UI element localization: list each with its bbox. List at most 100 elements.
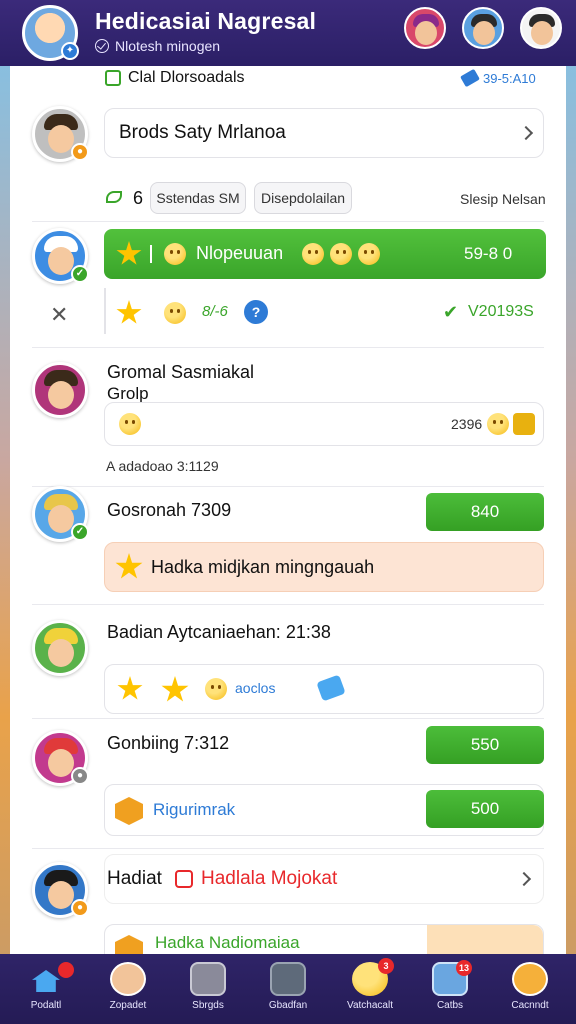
notification-text: Hadka midjkan mingngauah: [151, 557, 375, 577]
record-icon: [175, 870, 193, 888]
emoji-icon: [358, 243, 380, 265]
tab-label: Podaltl: [30, 1000, 62, 1011]
sub-button[interactable]: 500: [426, 790, 544, 828]
top-strip-right-label: 39-5:A10: [483, 71, 536, 86]
tab-label: Sbrgds: [192, 1000, 224, 1011]
friend-avatar-2[interactable]: [462, 7, 504, 49]
stack-icon: [106, 191, 122, 203]
name-black: Hadiat: [107, 868, 162, 889]
cards-icon: 13: [432, 960, 472, 996]
row-title: Badian Aytcaniaehan: 21:38: [107, 622, 331, 642]
tab-label: Zopadet: [109, 1000, 147, 1011]
divider: [32, 221, 544, 222]
status-badge: ●: [71, 899, 89, 917]
friend-avatar-3[interactable]: [520, 7, 562, 49]
group-progress-box[interactable]: 2396: [104, 402, 544, 446]
top-strip-icon: [105, 70, 121, 86]
emoji-icon: [164, 243, 186, 265]
tab-label: Gbadfan: [268, 1000, 308, 1011]
chip-2[interactable]: Disepdolailan: [254, 182, 352, 214]
top-strip-left-label: Clal Dlorsoadals: [128, 69, 245, 86]
box-right-value: 2396: [451, 416, 483, 432]
tab-label: Cacnndt: [511, 1000, 549, 1011]
chip-1[interactable]: Sstendas SM: [150, 182, 246, 214]
status-badge: ●: [71, 767, 89, 785]
home-icon: [28, 962, 74, 996]
avatar[interactable]: ✓: [32, 486, 89, 542]
notification-badge: 3: [378, 958, 394, 974]
score-button[interactable]: 550: [426, 726, 544, 764]
tab-chat[interactable]: 3 Vatchacalt: [334, 958, 406, 1020]
profile-avatar[interactable]: ✦: [22, 5, 79, 61]
peach-block: [427, 925, 543, 954]
avatar[interactable]: [32, 362, 88, 418]
divider: [32, 848, 544, 849]
friend-avatar-1[interactable]: [404, 7, 446, 49]
check-badge-icon: ✓: [71, 265, 89, 283]
app-subtitle: Nlotesh minogen: [95, 38, 220, 54]
score-button[interactable]: 840: [426, 493, 544, 531]
star-icon: [115, 553, 143, 579]
tag-text: aoclos: [235, 680, 276, 696]
verified-icon: [95, 39, 109, 53]
profile-badge-icon: ✦: [61, 42, 79, 60]
feed-card: Clal Dlorsoadals 39-5:A10 ● Brods Saty M…: [10, 66, 566, 954]
tab-profile[interactable]: Zopadet: [92, 962, 164, 1020]
right-text: Slesip Nelsan: [460, 191, 546, 207]
row-title: Brods Saty Mrlanoa: [119, 122, 286, 143]
check-badge-icon: ✓: [71, 523, 89, 541]
badge-icon: [115, 797, 143, 825]
group-title-line1: Gromal Sasmiakal: [107, 362, 255, 382]
emoji-icon: [119, 413, 141, 435]
notification-badge: 13: [455, 960, 472, 976]
divider: [32, 347, 544, 348]
notification-box[interactable]: Hadka midjkan mingngauah: [104, 542, 544, 592]
name-box[interactable]: Hadiat Hadlala Mojokat: [104, 854, 544, 904]
contact-avatar-icon: [512, 962, 548, 996]
gift-icon: [513, 413, 535, 435]
tab-label: Vatchacalt: [347, 1000, 393, 1011]
star-icon: [117, 676, 143, 700]
avatar[interactable]: ✓: [32, 228, 89, 284]
friend-avatars: [404, 7, 562, 49]
name-box[interactable]: Brods Saty Mrlanoa: [104, 108, 544, 158]
tab-label: Catbs: [436, 1000, 464, 1011]
tab-shop[interactable]: Sbrgds: [172, 962, 244, 1020]
emoji-icon: [164, 302, 186, 324]
star-icon: [116, 241, 142, 265]
chevron-right-icon: [518, 125, 534, 141]
chevron-right-icon: [516, 871, 532, 887]
close-icon[interactable]: ✕: [50, 302, 68, 328]
tab-cards[interactable]: 13 Catbs: [414, 960, 486, 1020]
avatar[interactable]: [32, 620, 88, 676]
bar-value: 59-8 0: [464, 244, 513, 263]
tab-games[interactable]: Gbadfan: [252, 962, 324, 1020]
avatar-icon: [110, 962, 146, 996]
tab-home[interactable]: Podaltl: [10, 962, 82, 1020]
sub-value: 8/-6: [202, 303, 228, 320]
group-title-line2: Grolp: [107, 384, 149, 403]
divider: [32, 486, 544, 487]
avatar[interactable]: ●: [32, 106, 89, 162]
divider: [32, 604, 544, 605]
rewards-box[interactable]: aoclos: [104, 664, 544, 714]
avatar[interactable]: ●: [32, 730, 89, 786]
vertical-divider: [104, 288, 106, 334]
emoji-icon: [205, 678, 227, 700]
subtitle-text: Nlotesh minogen: [115, 38, 221, 54]
caption: A adadoao 3:1129: [106, 458, 219, 474]
tab-contacts[interactable]: Cacnndt: [494, 962, 566, 1020]
tab-bar: Podaltl Zopadet Sbrgds Gbadfan 3 Vatchac…: [0, 954, 576, 1024]
star-icon: [116, 300, 142, 324]
status-badge: ●: [71, 143, 89, 161]
achievement-bar[interactable]: Nlopeuuan 59-8 0: [104, 229, 546, 279]
bottom-box[interactable]: Hadka Nadiomaiaa: [104, 924, 544, 954]
divider: [32, 718, 544, 719]
emoji-icon: [330, 243, 352, 265]
avatar[interactable]: ●: [32, 862, 89, 918]
info-icon[interactable]: ?: [244, 300, 268, 324]
bar-label: Nlopeuuan: [196, 243, 284, 263]
sub-label: Rigurimrak: [153, 800, 236, 819]
crown-icon: [161, 676, 189, 702]
count-text: 6: [133, 188, 144, 208]
